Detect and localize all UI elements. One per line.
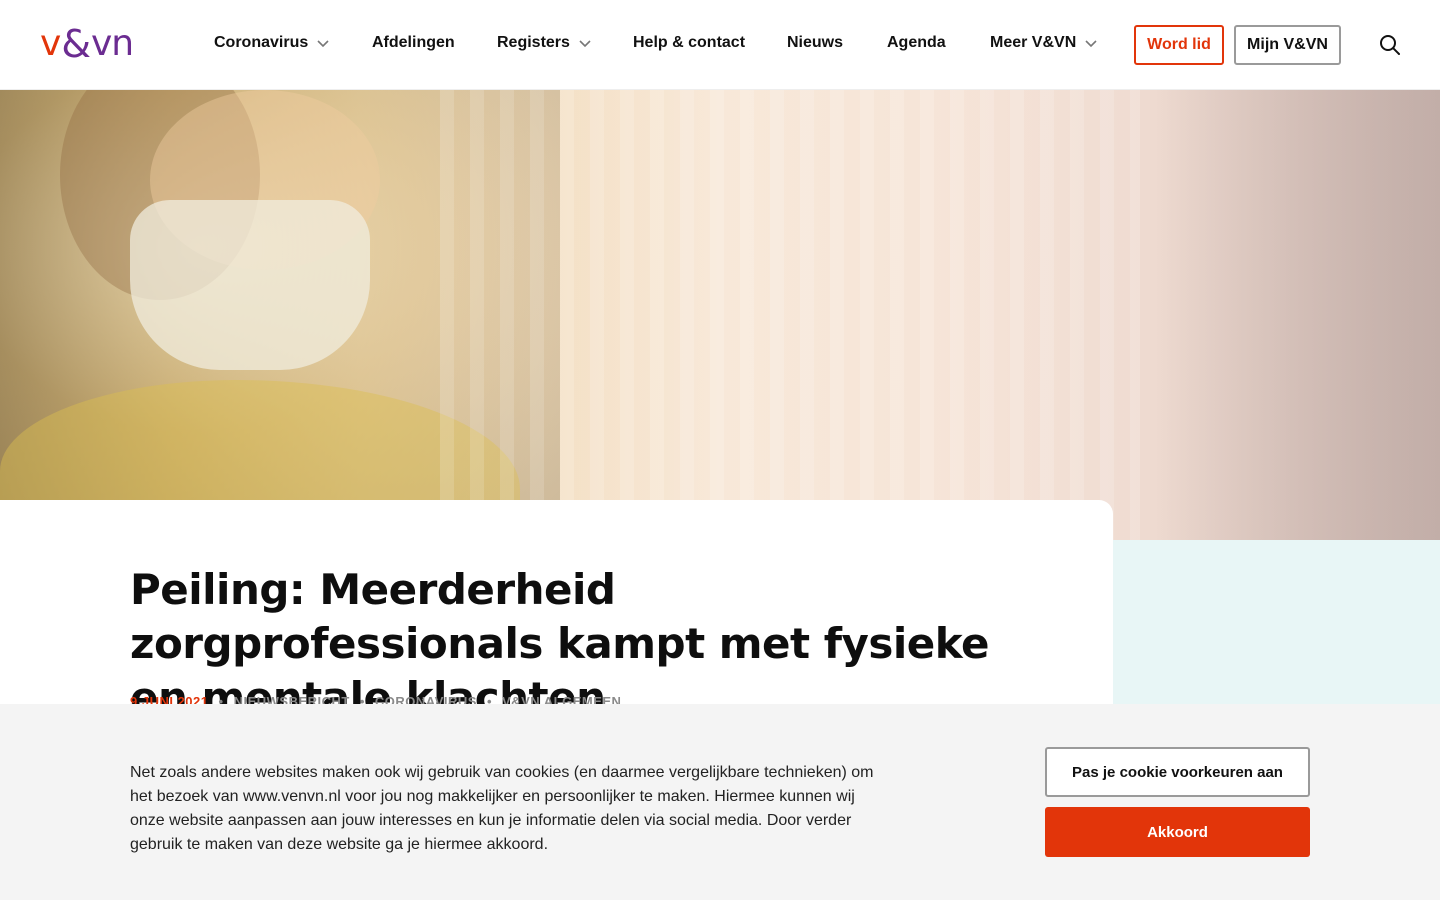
mijn-venvn-button[interactable]: Mijn V&VN bbox=[1234, 25, 1341, 65]
chevron-down-icon bbox=[579, 37, 591, 49]
logo-ampersand: & bbox=[61, 22, 91, 66]
word-lid-button[interactable]: Word lid bbox=[1134, 25, 1224, 65]
nav-item-nieuws[interactable]: Nieuws bbox=[787, 34, 843, 52]
nav-item-afdelingen[interactable]: Afdelingen bbox=[372, 34, 455, 52]
logo-vn: vn bbox=[90, 23, 134, 64]
nav-item-registers[interactable]: Registers bbox=[497, 34, 591, 52]
chevron-down-icon bbox=[317, 37, 329, 49]
hero-image bbox=[0, 90, 1440, 540]
nav-item-agenda[interactable]: Agenda bbox=[887, 34, 946, 52]
nav-item-label: Afdelingen bbox=[372, 34, 455, 51]
nav-item-coronavirus[interactable]: Coronavirus bbox=[214, 34, 329, 52]
cookie-text: Net zoals andere websites maken ook wij … bbox=[130, 764, 874, 853]
chevron-down-icon bbox=[1085, 37, 1097, 49]
nav-item-label: Meer V&VN bbox=[990, 34, 1077, 51]
nav-item-label: Nieuws bbox=[787, 34, 844, 51]
site-header: v & vn Coronavirus Afdelingen Registers … bbox=[0, 0, 1440, 90]
nav-item-meer-venvn[interactable]: Meer V&VN bbox=[990, 34, 1097, 52]
nav-item-help-contact[interactable]: Help & contact bbox=[633, 34, 745, 52]
cookie-accept-button[interactable]: Akkoord bbox=[1045, 807, 1310, 857]
venvn-logo[interactable]: v & vn bbox=[40, 22, 134, 66]
cookie-banner: Net zoals andere websites maken ook wij … bbox=[0, 704, 1440, 900]
cookie-preferences-button[interactable]: Pas je cookie voorkeuren aan bbox=[1045, 747, 1310, 797]
logo-v: v bbox=[40, 23, 61, 64]
nav-item-label: Help & contact bbox=[633, 34, 746, 51]
nav-item-label: Coronavirus bbox=[214, 34, 309, 51]
search-icon[interactable] bbox=[1378, 33, 1402, 57]
nav-item-label: Registers bbox=[497, 34, 570, 51]
nav-item-label: Agenda bbox=[887, 34, 946, 51]
